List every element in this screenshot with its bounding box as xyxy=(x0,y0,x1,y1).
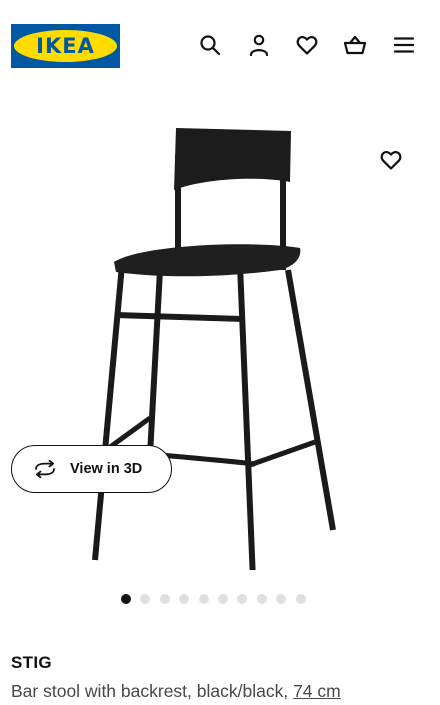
basket-icon[interactable] xyxy=(341,31,369,59)
favourites-icon[interactable] xyxy=(293,31,321,59)
pagination-dot[interactable] xyxy=(218,594,228,604)
account-icon[interactable] xyxy=(245,31,273,59)
pagination-dot[interactable] xyxy=(276,594,287,604)
pagination-dot[interactable] xyxy=(237,594,248,604)
pagination-dot[interactable] xyxy=(198,594,209,604)
product-name: STIG xyxy=(11,653,52,672)
pagination-dot[interactable] xyxy=(159,594,170,604)
rotate-3d-icon xyxy=(35,460,55,478)
menu-icon[interactable] xyxy=(390,31,418,59)
logo-wordmark: IKEA xyxy=(36,34,95,58)
search-icon[interactable] xyxy=(196,31,224,59)
pagination-dot[interactable] xyxy=(140,594,151,604)
site-header: IKEA xyxy=(0,0,440,92)
gallery-pagination[interactable] xyxy=(0,594,440,606)
pagination-dot[interactable] xyxy=(295,594,306,604)
product-description-text: Bar stool with backrest, black/black, xyxy=(11,681,294,701)
product-favourite-icon[interactable] xyxy=(376,146,406,174)
pagination-dot[interactable] xyxy=(256,594,267,604)
ikea-logo[interactable]: IKEA xyxy=(11,24,120,68)
bar-stool-image xyxy=(92,128,336,570)
product-size-link[interactable]: 74 cm xyxy=(293,681,341,701)
product-description: Bar stool with backrest, black/black, 74… xyxy=(11,681,341,702)
product-image-gallery[interactable] xyxy=(0,100,440,580)
view-in-3d-button[interactable]: View in 3D xyxy=(11,445,172,493)
pagination-dot[interactable] xyxy=(179,594,190,604)
pagination-dot[interactable] xyxy=(121,594,131,604)
view-in-3d-label: View in 3D xyxy=(70,461,143,477)
